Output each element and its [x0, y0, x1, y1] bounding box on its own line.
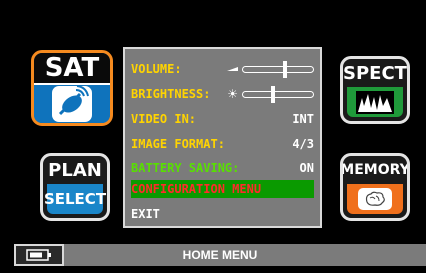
menu-row-configuration[interactable]: CONFIGURATION MENU: [131, 180, 314, 198]
menu-row-brightness[interactable]: BRIGHTNESS: ☀: [131, 85, 314, 103]
spectrum-icon: [347, 87, 403, 117]
brightness-slider[interactable]: ☀: [227, 85, 314, 103]
menu-row-volume[interactable]: VOLUME:: [131, 60, 314, 78]
memory-brain-icon: [347, 184, 403, 214]
plan-label: PLAN: [48, 159, 102, 181]
menu-row-battery-saving[interactable]: BATTERY SAVING: ON: [131, 159, 314, 177]
brightness-thumb[interactable]: [271, 85, 276, 103]
brightness-label: BRIGHTNESS:: [131, 87, 211, 101]
sat-button[interactable]: SAT: [31, 50, 113, 126]
battery-icon: [14, 244, 64, 266]
device-screen: SAT SPECT PLAN SELECT MEMORY VOLUME: BRI…: [0, 0, 426, 273]
plan-select-button[interactable]: PLAN SELECT: [40, 153, 110, 221]
memory-label: MEMORY: [340, 162, 410, 178]
configuration-menu-label: CONFIGURATION MENU: [131, 182, 262, 196]
volume-track[interactable]: [242, 60, 314, 78]
exit-label: EXIT: [131, 207, 160, 221]
select-label: SELECT: [43, 190, 107, 208]
sun-icon: ☀: [227, 87, 238, 101]
speaker-icon: [227, 67, 238, 71]
spect-label: SPECT: [343, 62, 407, 84]
volume-slider[interactable]: [227, 60, 314, 78]
menu-row-video-in[interactable]: VIDEO IN: INT: [131, 110, 314, 128]
home-menu-title: HOME MENU: [182, 248, 258, 262]
spect-button[interactable]: SPECT: [340, 56, 410, 124]
brightness-track[interactable]: [242, 85, 314, 103]
image-format-value: 4/3: [292, 137, 314, 151]
memory-button[interactable]: MEMORY: [340, 153, 410, 221]
battery-saving-label: BATTERY SAVING:: [131, 161, 240, 175]
video-in-label: VIDEO IN:: [131, 112, 197, 126]
status-bar: HOME MENU: [14, 244, 426, 266]
menu-row-image-format[interactable]: IMAGE FORMAT: 4/3: [131, 135, 314, 153]
image-format-label: IMAGE FORMAT:: [131, 137, 225, 151]
video-in-value: INT: [292, 112, 314, 126]
volume-label: VOLUME:: [131, 62, 182, 76]
satellite-dish-icon: [34, 85, 110, 123]
menu-row-exit[interactable]: EXIT: [131, 205, 314, 223]
select-panel: SELECT: [43, 184, 107, 214]
battery-saving-value: ON: [299, 161, 314, 175]
volume-thumb[interactable]: [282, 60, 287, 78]
settings-menu: VOLUME: BRIGHTNESS: ☀ VIDEO IN: INT IMAG…: [123, 47, 322, 228]
sat-label: SAT: [34, 53, 110, 85]
